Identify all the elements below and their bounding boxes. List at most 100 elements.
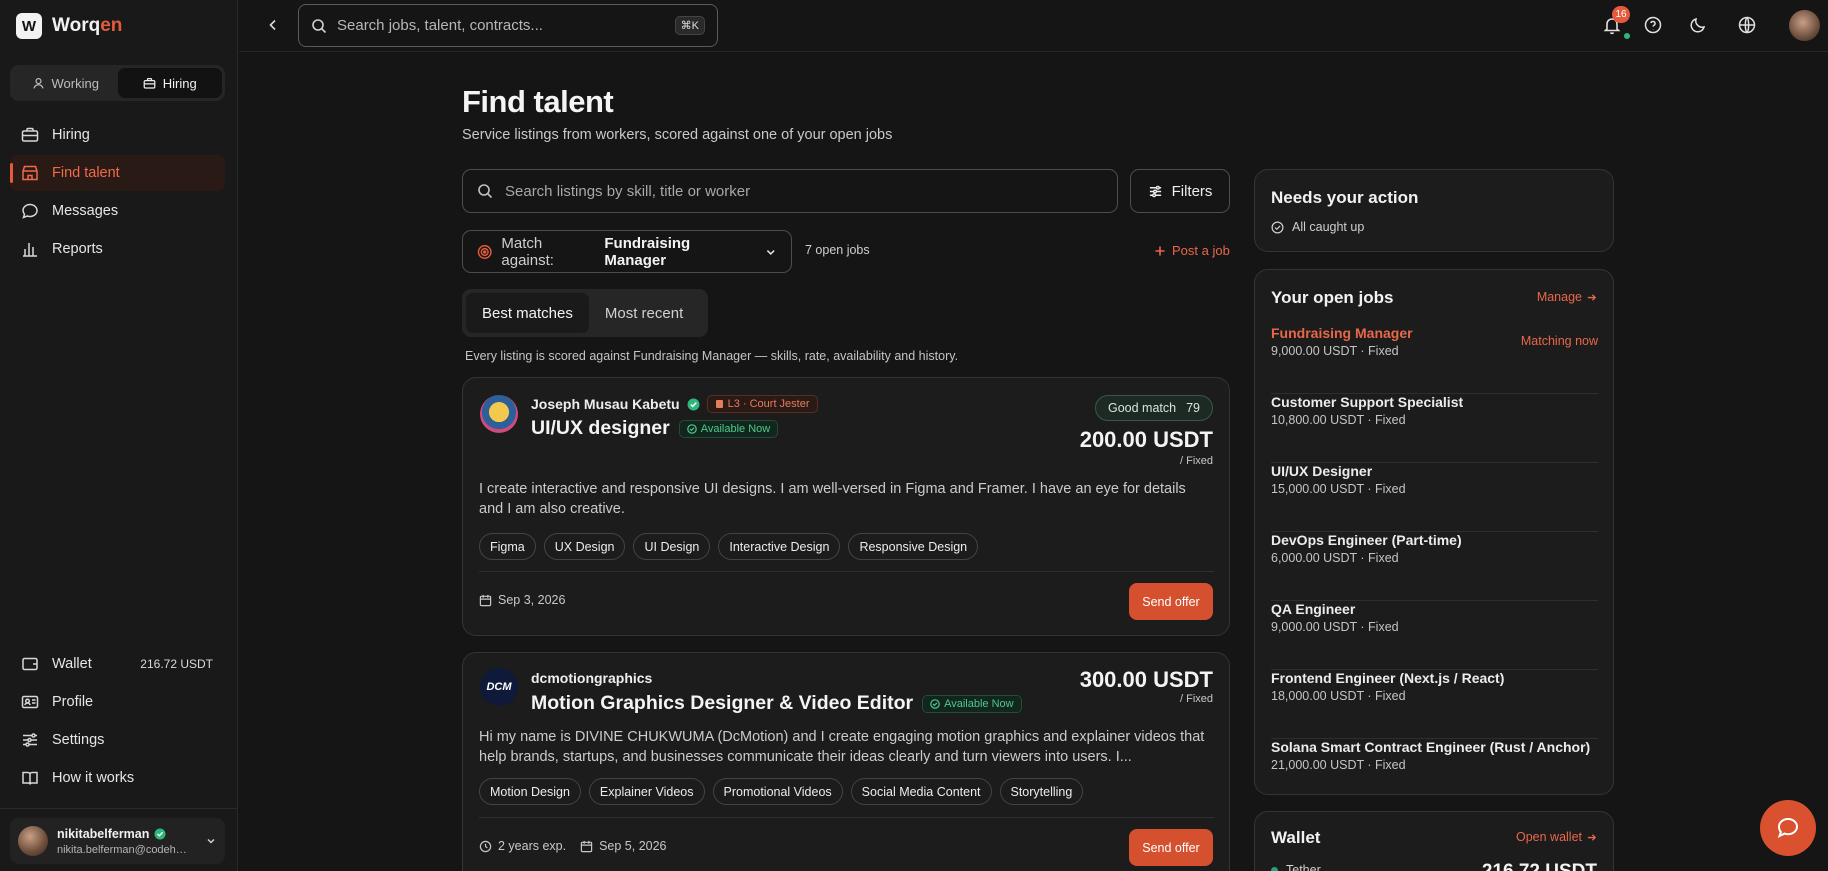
open-job-row[interactable]: DevOps Engineer (Part-time) 6,000.00 USD… [1271,532,1598,601]
nav-item-profile[interactable]: Profile [10,684,225,720]
page-subtitle: Service listings from workers, scored ag… [462,127,893,143]
match-job-select[interactable]: Match against: Fundraising Manager [462,230,792,273]
nav-item-wallet[interactable]: Wallet 216.72 USDT [10,646,225,682]
skill-tag[interactable]: Motion Design [479,778,581,805]
wallet-panel: Wallet Open wallet Tether 216.72 USDT [1254,811,1614,871]
skill-tag[interactable]: Social Media Content [850,778,992,805]
nav-item-settings[interactable]: Settings [10,722,225,758]
listing-title[interactable]: UI/UX designer [531,417,670,440]
brand-name: Worqen [52,15,123,36]
skill-tag[interactable]: UX Design [543,533,626,560]
nav-item-find-talent[interactable]: Find talent [10,155,225,191]
listing-price: 300.00 USDT [1079,667,1213,692]
id-card-icon [21,695,39,709]
chat-icon [22,203,38,219]
skill-tag[interactable]: Explainer Videos [588,778,705,805]
open-job-row[interactable]: Fundraising Manager 9,000.00 USDT · Fixe… [1271,325,1598,394]
listing-meta: 2 years exp. Sep 5, 2026 [479,839,667,853]
manage-link[interactable]: Manage [1537,290,1597,304]
user-icon [32,77,44,89]
sort-tabs: Best matches Most recent [462,289,708,337]
open-job-row[interactable]: UI/UX Designer 15,000.00 USDT · Fixed [1271,463,1598,532]
job-status: Matching now [1520,334,1598,348]
tab-most-recent[interactable]: Most recent [589,293,699,333]
mode-hiring-button[interactable]: Hiring [117,68,222,98]
nav-item-messages[interactable]: Messages [10,193,225,229]
open-job-row[interactable]: Solana Smart Contract Engineer (Rust / A… [1271,739,1598,808]
skill-tag[interactable]: Interactive Design [718,533,841,560]
global-search-input[interactable]: Search jobs, talent, contracts... ⌘K [298,4,718,47]
listing-date: Sep 5, 2026 [599,839,667,853]
skill-tag[interactable]: Promotional Videos [712,778,843,805]
nav-item-hiring[interactable]: Hiring [10,117,225,153]
account-menu[interactable]: nikitabelferman nikita.belferman@codehiv… [10,818,225,864]
search-icon [312,18,327,33]
page-title: Find talent [462,84,614,119]
brand-logo[interactable]: W Worqen [16,13,122,39]
mode-working-button[interactable]: Working [13,68,118,98]
open-job-row[interactable]: Frontend Engineer (Next.js / React) 18,0… [1271,670,1598,739]
avatar [480,395,518,433]
sidebar: W Worqen Working Hiring Hiring Find tale… [0,0,238,871]
job-name: Frontend Engineer (Next.js / React) [1271,670,1505,686]
chat-bubble-icon [1777,817,1799,838]
globe-icon[interactable] [1738,16,1756,34]
skill-tag[interactable]: UI Design [633,533,711,560]
back-icon[interactable] [265,17,281,33]
chevron-down-icon [207,838,215,844]
post-job-link[interactable]: Post a job [1154,243,1230,258]
nav-item-reports[interactable]: Reports [10,231,225,267]
worker-name: dcmotiongraphics [531,670,653,686]
send-offer-button[interactable]: Send offer [1129,829,1213,866]
wallet-asset: Tether [1286,863,1321,871]
help-icon[interactable] [1644,16,1662,34]
availability-badge: Available Now [922,694,1022,713]
job-budget: 18,000.00 USDT · Fixed [1271,689,1406,703]
keyboard-shortcut: ⌘K [674,16,705,35]
listing-price: 200.00 USDT [1079,427,1213,452]
avatar [18,826,48,856]
listing-card[interactable]: DCM dcmotiongraphics Motion Graphics Des… [462,652,1230,871]
support-chat-button[interactable] [1760,800,1816,856]
open-jobs-count: 7 open jobs [805,243,870,257]
wallet-balance: 216.72 USDT [1482,861,1597,871]
briefcase-icon [143,77,156,89]
match-score: 79 [1186,401,1200,415]
arrow-right-icon [1587,833,1597,841]
skill-tag[interactable]: Responsive Design [848,533,979,560]
price-unit: / Fixed [1179,693,1213,705]
send-offer-button[interactable]: Send offer [1129,583,1213,620]
clock-icon [479,840,492,852]
open-wallet-link[interactable]: Open wallet [1516,830,1597,844]
listing-date: Sep 3, 2026 [498,593,566,607]
nav-item-how-it-works[interactable]: How it works [10,760,225,796]
listing-title[interactable]: Motion Graphics Designer & Video Editor [531,692,913,715]
user-email: nikita.belferman@codehiv... [57,843,189,856]
open-job-row[interactable]: QA Engineer 9,000.00 USDT · Fixed [1271,601,1598,670]
user-name: nikitabelferman [57,826,150,841]
moon-icon[interactable] [1689,16,1707,34]
tab-best-matches[interactable]: Best matches [466,293,589,333]
open-jobs-panel: Your open jobs Manage Fundraising Manage… [1254,269,1614,795]
panel-title: Wallet [1271,828,1321,847]
skill-tag[interactable]: Storytelling [999,778,1084,805]
skill-tag[interactable]: Figma [479,533,536,560]
filters-button[interactable]: Filters [1130,169,1230,213]
job-name: Customer Support Specialist [1271,394,1464,410]
listing-search-input[interactable]: Search listings by skill, title or worke… [462,169,1118,213]
bar-chart-icon [23,243,37,257]
check-circle-icon [686,423,697,434]
calendar-icon [479,594,492,606]
avatar: DCM [480,668,518,706]
listing-card[interactable]: Joseph Musau Kabetu L3 · Court Jester UI… [462,377,1230,636]
status-dot [1624,33,1630,39]
panel-title: Your open jobs [1271,288,1394,307]
sliders-icon [23,733,37,747]
profile-avatar[interactable] [1789,10,1820,41]
action-panel: Needs your action All caught up [1254,169,1614,252]
check-circle-icon [1271,221,1284,233]
book-icon [22,771,38,785]
chevron-down-icon [766,249,775,255]
open-job-row[interactable]: Customer Support Specialist 10,800.00 US… [1271,394,1598,463]
skill-tags: Motion Design Explainer Videos Promotion… [479,778,1084,805]
